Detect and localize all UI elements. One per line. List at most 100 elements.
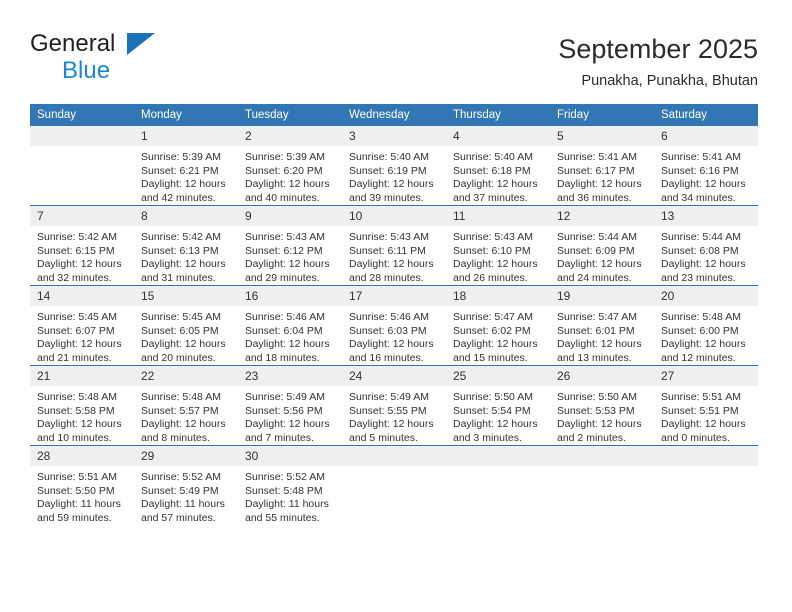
daylight-text-line2: and 18 minutes. — [245, 351, 320, 364]
sunset-text: Sunset: 6:07 PM — [37, 324, 115, 337]
sunrise-text: Sunrise: 5:47 AM — [557, 311, 637, 323]
day-cell[interactable]: 3 Sunrise: 5:40 AM Sunset: 6:19 PM Daylight… — [342, 126, 446, 206]
day-number-placeholder — [30, 126, 134, 146]
calendar-body: 1 Sunrise: 5:39 AM Sunset: 6:21 PM Daylight… — [30, 126, 758, 525]
calendar-week-row: 1 Sunrise: 5:39 AM Sunset: 6:21 PM Daylight… — [30, 126, 758, 206]
day-cell[interactable]: 5 Sunrise: 5:41 AM Sunset: 6:17 PM Daylight… — [550, 126, 654, 206]
day-cell[interactable]: 10 Sunrise: 5:43 AM Sunset: 6:11 PM Dayligh… — [342, 205, 446, 286]
day-details: Sunrise: 5:43 AM Sunset: 6:11 PM Daylight:… — [342, 226, 446, 285]
sunset-text: Sunset: 6:09 PM — [557, 244, 635, 257]
sunset-text: Sunset: 5:58 PM — [37, 404, 115, 417]
daylight-text-line2: and 31 minutes. — [141, 271, 216, 284]
day-cell[interactable]: 7 Sunrise: 5:42 AM Sunset: 6:15 PM Daylight… — [30, 205, 134, 286]
day-cell[interactable]: 13 Sunrise: 5:44 AM Sunset: 6:08 PM Dayligh… — [654, 205, 758, 286]
sunset-text: Sunset: 5:54 PM — [453, 404, 531, 417]
day-cell[interactable]: 17 Sunrise: 5:46 AM Sunset: 6:03 PM Dayligh… — [342, 285, 446, 366]
day-cell[interactable]: 1 Sunrise: 5:39 AM Sunset: 6:21 PM Daylight… — [134, 126, 238, 206]
logo-text-general: General — [30, 30, 116, 57]
weekday-header-monday: Monday — [134, 104, 238, 126]
day-cell[interactable]: 22 Sunrise: 5:48 AM Sunset: 5:57 PM Dayligh… — [134, 365, 238, 446]
daylight-text-line1: Daylight: 11 hours — [141, 498, 225, 510]
sunset-text: Sunset: 5:50 PM — [37, 484, 115, 497]
daylight-text-line1: Daylight: 12 hours — [245, 178, 330, 190]
daylight-text-line1: Daylight: 12 hours — [661, 418, 746, 430]
day-details: Sunrise: 5:39 AM Sunset: 6:21 PM Daylight:… — [134, 146, 238, 205]
daylight-text-line2: and 10 minutes. — [37, 431, 112, 444]
daylight-text-line1: Daylight: 12 hours — [245, 338, 330, 350]
daylight-text-line1: Daylight: 12 hours — [661, 338, 746, 350]
calendar-week-row: 7 Sunrise: 5:42 AM Sunset: 6:15 PM Daylight… — [30, 205, 758, 286]
day-cell[interactable]: 14 Sunrise: 5:45 AM Sunset: 6:07 PM Dayligh… — [30, 285, 134, 366]
day-details: Sunrise: 5:52 AM Sunset: 5:48 PM Daylight:… — [238, 466, 342, 525]
sunrise-text: Sunrise: 5:46 AM — [245, 311, 325, 323]
sunrise-text: Sunrise: 5:48 AM — [37, 391, 117, 403]
daylight-text-line2: and 23 minutes. — [661, 271, 736, 284]
day-cell[interactable]: 9 Sunrise: 5:43 AM Sunset: 6:12 PM Daylight… — [238, 205, 342, 286]
day-cell[interactable]: 2 Sunrise: 5:39 AM Sunset: 6:20 PM Daylight… — [238, 126, 342, 206]
daylight-text-line1: Daylight: 11 hours — [37, 498, 121, 510]
sunset-text: Sunset: 5:56 PM — [245, 404, 323, 417]
sunset-text: Sunset: 6:16 PM — [661, 164, 739, 177]
title-block: September 2025 Punakha, Punakha, Bhutan — [558, 33, 758, 91]
day-cell[interactable]: 6 Sunrise: 5:41 AM Sunset: 6:16 PM Daylight… — [654, 126, 758, 206]
sunrise-text: Sunrise: 5:51 AM — [661, 391, 741, 403]
daylight-text-line1: Daylight: 12 hours — [245, 418, 330, 430]
day-number-placeholder — [550, 446, 654, 466]
day-cell-empty — [550, 445, 654, 525]
daylight-text-line2: and 34 minutes. — [661, 191, 736, 204]
day-cell[interactable]: 11 Sunrise: 5:43 AM Sunset: 6:10 PM Dayligh… — [446, 205, 550, 286]
day-cell[interactable]: 8 Sunrise: 5:42 AM Sunset: 6:13 PM Daylight… — [134, 205, 238, 286]
day-cell[interactable]: 20 Sunrise: 5:48 AM Sunset: 6:00 PM Dayligh… — [654, 285, 758, 366]
day-cell[interactable]: 26 Sunrise: 5:50 AM Sunset: 5:53 PM Dayligh… — [550, 365, 654, 446]
sunrise-text: Sunrise: 5:44 AM — [661, 231, 741, 243]
day-details: Sunrise: 5:47 AM Sunset: 6:02 PM Daylight:… — [446, 306, 550, 365]
daylight-text-line2: and 42 minutes. — [141, 191, 216, 204]
day-details: Sunrise: 5:48 AM Sunset: 5:58 PM Daylight:… — [30, 386, 134, 445]
day-number: 12 — [550, 206, 654, 226]
day-cell[interactable]: 25 Sunrise: 5:50 AM Sunset: 5:54 PM Dayligh… — [446, 365, 550, 446]
day-cell[interactable]: 29 Sunrise: 5:52 AM Sunset: 5:49 PM Dayligh… — [134, 445, 238, 525]
weekday-header-thursday: Thursday — [446, 104, 550, 126]
day-cell[interactable]: 15 Sunrise: 5:45 AM Sunset: 6:05 PM Dayligh… — [134, 285, 238, 366]
weekday-header-tuesday: Tuesday — [238, 104, 342, 126]
daylight-text-line1: Daylight: 12 hours — [141, 258, 226, 270]
day-cell[interactable]: 24 Sunrise: 5:49 AM Sunset: 5:55 PM Dayligh… — [342, 365, 446, 446]
day-cell[interactable]: 21 Sunrise: 5:48 AM Sunset: 5:58 PM Dayligh… — [30, 365, 134, 446]
day-cell[interactable]: 18 Sunrise: 5:47 AM Sunset: 6:02 PM Dayligh… — [446, 285, 550, 366]
day-cell[interactable]: 19 Sunrise: 5:47 AM Sunset: 6:01 PM Dayligh… — [550, 285, 654, 366]
day-number: 23 — [238, 366, 342, 386]
day-details: Sunrise: 5:46 AM Sunset: 6:03 PM Daylight:… — [342, 306, 446, 365]
daylight-text-line1: Daylight: 12 hours — [37, 338, 122, 350]
day-details: Sunrise: 5:43 AM Sunset: 6:10 PM Daylight:… — [446, 226, 550, 285]
daylight-text-line1: Daylight: 12 hours — [37, 258, 122, 270]
daylight-text-line2: and 59 minutes. — [37, 511, 112, 524]
day-details: Sunrise: 5:51 AM Sunset: 5:50 PM Daylight:… — [30, 466, 134, 525]
day-cell[interactable]: 16 Sunrise: 5:46 AM Sunset: 6:04 PM Dayligh… — [238, 285, 342, 366]
day-cell[interactable]: 4 Sunrise: 5:40 AM Sunset: 6:18 PM Daylight… — [446, 126, 550, 206]
daylight-text-line1: Daylight: 12 hours — [557, 418, 642, 430]
sunset-text: Sunset: 6:20 PM — [245, 164, 323, 177]
daylight-text-line1: Daylight: 12 hours — [245, 258, 330, 270]
daylight-text-line1: Daylight: 12 hours — [557, 338, 642, 350]
day-cell[interactable]: 27 Sunrise: 5:51 AM Sunset: 5:51 PM Dayligh… — [654, 365, 758, 446]
sunrise-text: Sunrise: 5:49 AM — [245, 391, 325, 403]
daylight-text-line2: and 3 minutes. — [453, 431, 522, 444]
sunrise-text: Sunrise: 5:39 AM — [245, 151, 325, 163]
day-cell[interactable]: 12 Sunrise: 5:44 AM Sunset: 6:09 PM Dayligh… — [550, 205, 654, 286]
day-number: 18 — [446, 286, 550, 306]
sunrise-text: Sunrise: 5:39 AM — [141, 151, 221, 163]
sunrise-text: Sunrise: 5:41 AM — [557, 151, 637, 163]
day-cell[interactable]: 30 Sunrise: 5:52 AM Sunset: 5:48 PM Dayligh… — [238, 445, 342, 525]
day-details: Sunrise: 5:40 AM Sunset: 6:19 PM Daylight:… — [342, 146, 446, 205]
day-number: 27 — [654, 366, 758, 386]
day-cell[interactable]: 23 Sunrise: 5:49 AM Sunset: 5:56 PM Dayligh… — [238, 365, 342, 446]
day-cell[interactable]: 28 Sunrise: 5:51 AM Sunset: 5:50 PM Dayligh… — [30, 445, 134, 525]
sunrise-text: Sunrise: 5:49 AM — [349, 391, 429, 403]
sunrise-text: Sunrise: 5:43 AM — [245, 231, 325, 243]
daylight-text-line1: Daylight: 12 hours — [453, 258, 538, 270]
logo-text-blue: Blue — [62, 57, 111, 84]
daylight-text-line1: Daylight: 12 hours — [453, 178, 538, 190]
calendar-table: Sunday Monday Tuesday Wednesday Thursday Frid… — [30, 104, 758, 525]
day-details: Sunrise: 5:52 AM Sunset: 5:49 PM Daylight:… — [134, 466, 238, 525]
day-number: 7 — [30, 206, 134, 226]
